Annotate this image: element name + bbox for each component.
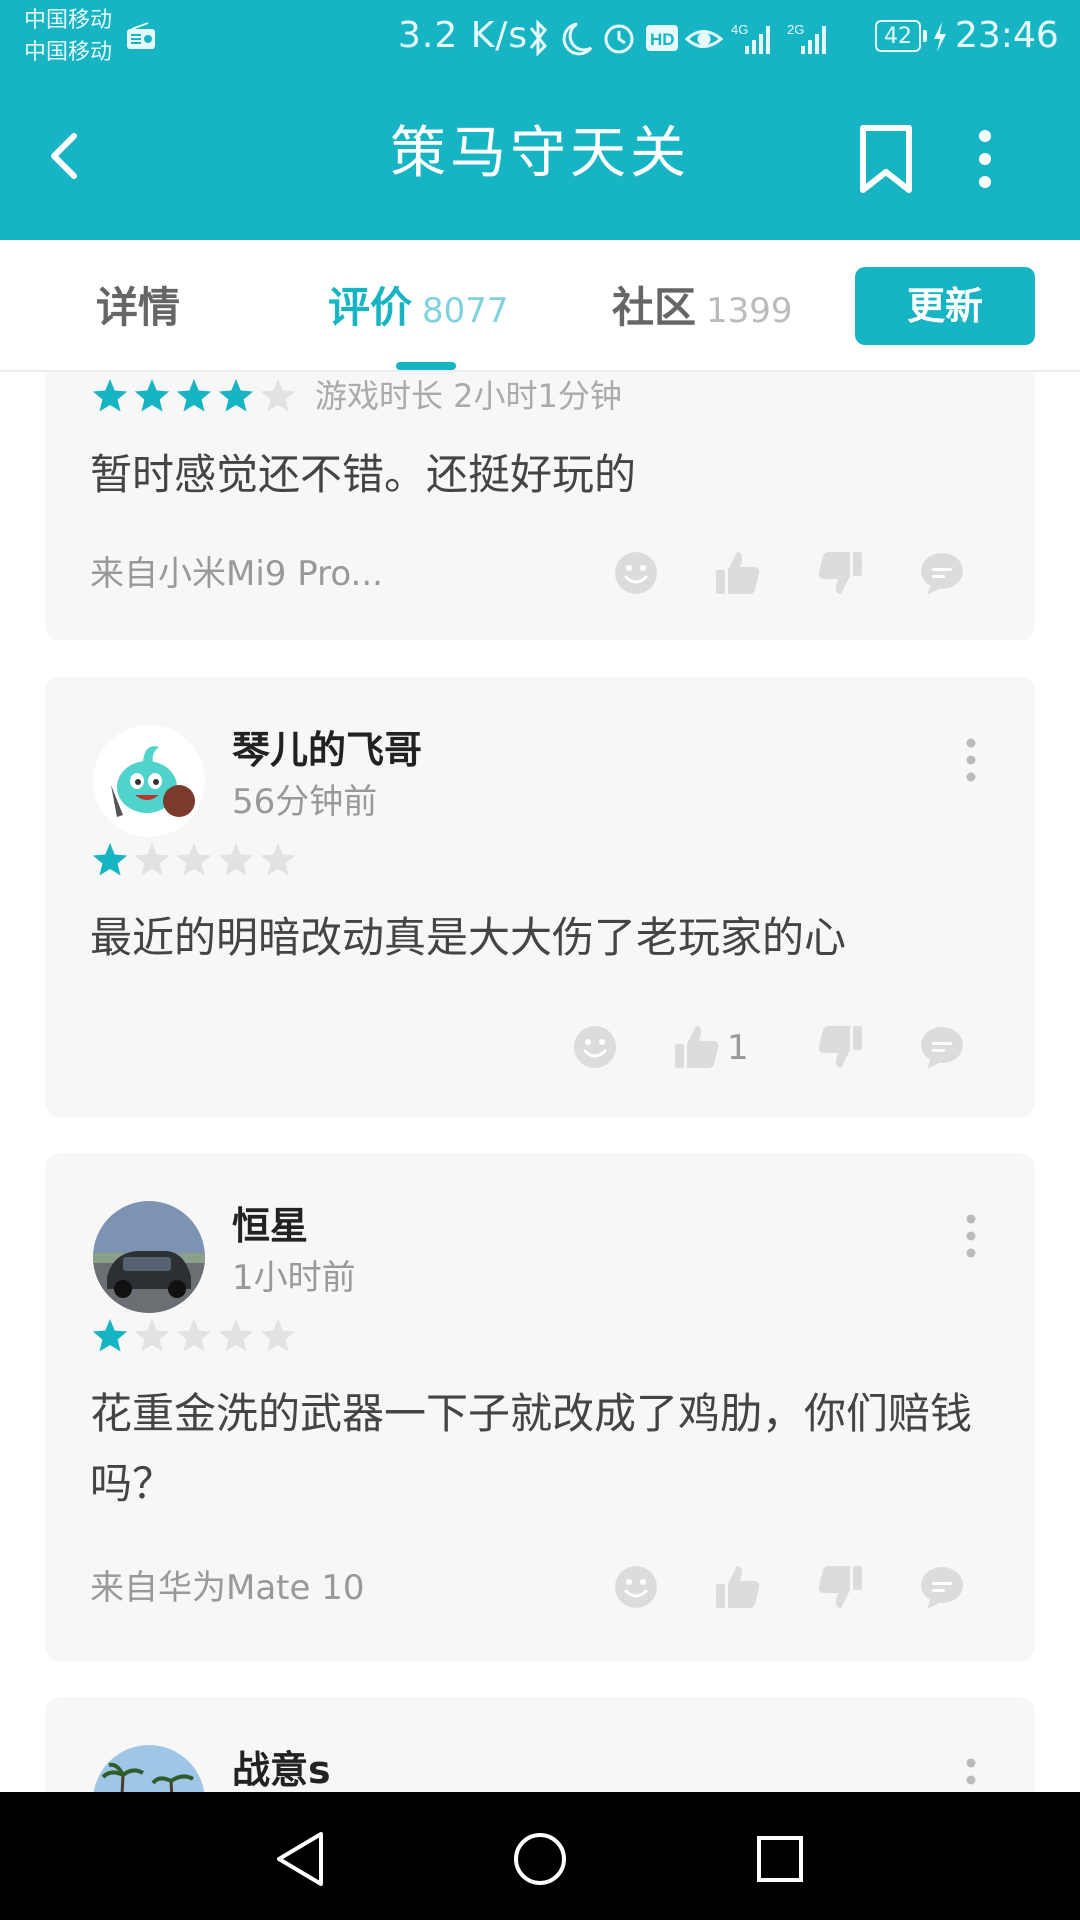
thumbs-down-icon[interactable] bbox=[815, 1022, 865, 1072]
eye-icon bbox=[684, 30, 724, 48]
device-label: 来自华为Mate 10 bbox=[90, 1568, 365, 1608]
star-empty-icon bbox=[134, 1319, 170, 1352]
more-vertical-icon[interactable] bbox=[964, 1213, 978, 1259]
network-speed: 3.2 K/s bbox=[398, 15, 529, 56]
review-card: 琴儿的飞哥 56分钟前 最近的明暗改动真是大大伤了老玩家的心 1 bbox=[45, 677, 1035, 1117]
like-count: 1 bbox=[727, 1028, 749, 1068]
carrier-label-2: 中国移动 bbox=[24, 40, 113, 65]
alarm-icon bbox=[604, 24, 634, 54]
bookmark-icon[interactable] bbox=[855, 122, 917, 196]
tab-label: 评价 bbox=[328, 283, 413, 332]
tab-label: 详情 bbox=[96, 283, 181, 332]
status-icons: HD 4G 2G bbox=[529, 19, 826, 57]
tab-count: 1399 bbox=[706, 291, 793, 331]
tab-bar: 详情 评价 8077 社区 1399 更新 bbox=[0, 240, 1080, 372]
star-rating bbox=[92, 1319, 296, 1352]
emoji-icon[interactable] bbox=[611, 1562, 661, 1612]
tab-details[interactable]: 详情 bbox=[96, 278, 180, 338]
star-filled-icon bbox=[92, 379, 128, 412]
star-empty-icon bbox=[176, 1319, 212, 1352]
review-card: 游戏时长 2小时1分钟 暂时感觉还不错。还挺好玩的 来自小米Mi9 Pro... bbox=[45, 372, 1035, 640]
hd-icon: HD bbox=[646, 25, 678, 51]
review-card: 战意s bbox=[45, 1697, 1035, 1792]
comment-icon[interactable] bbox=[917, 548, 967, 598]
avatar[interactable] bbox=[93, 1201, 205, 1313]
emoji-icon[interactable] bbox=[611, 548, 661, 598]
thumbs-up-icon[interactable] bbox=[713, 548, 763, 598]
thumbs-down-icon[interactable] bbox=[815, 548, 865, 598]
star-empty-icon bbox=[260, 843, 296, 876]
review-card: 恒星 1小时前 花重金洗的武器一下子就改成了鸡肋，你们赔钱吗？ 来自华为Mate… bbox=[45, 1153, 1035, 1661]
star-rating bbox=[92, 379, 296, 412]
moon-icon bbox=[562, 22, 593, 56]
device-label: 来自小米Mi9 Pro... bbox=[90, 554, 383, 594]
update-button[interactable]: 更新 bbox=[855, 267, 1035, 345]
review-text: 花重金洗的武器一下子就改成了鸡肋，你们赔钱吗？ bbox=[90, 1389, 973, 1508]
battery-icon: 42 bbox=[875, 20, 921, 52]
status-bar: 中国移动 中国移动 3.2 K/s HD 4G 2G 42 23:46 bbox=[0, 0, 1080, 74]
clock: 23:46 bbox=[955, 15, 1059, 56]
battery-tip bbox=[923, 30, 927, 42]
star-empty-icon bbox=[176, 843, 212, 876]
page-title: 策马守天关 bbox=[390, 121, 690, 186]
more-vertical-icon[interactable] bbox=[964, 737, 978, 783]
star-empty-icon bbox=[260, 379, 296, 412]
review-text: 暂时感觉还不错。还挺好玩的 bbox=[90, 450, 637, 499]
bluetooth-icon bbox=[529, 19, 547, 57]
review-time: 1小时前 bbox=[232, 1258, 356, 1298]
more-vertical-icon[interactable] bbox=[964, 1757, 978, 1792]
radio-icon bbox=[127, 22, 155, 49]
svg-text:4G: 4G bbox=[731, 22, 748, 37]
star-filled-icon bbox=[134, 379, 170, 412]
review-text: 最近的明暗改动真是大大伤了老玩家的心 bbox=[90, 913, 847, 962]
home-circle-icon[interactable] bbox=[505, 1824, 575, 1894]
username[interactable]: 战意s bbox=[232, 1745, 331, 1792]
username[interactable]: 琴儿的飞哥 bbox=[232, 725, 422, 775]
svg-text:HD: HD bbox=[650, 30, 675, 49]
comment-icon[interactable] bbox=[917, 1022, 967, 1072]
thumbs-up-icon[interactable] bbox=[713, 1562, 763, 1612]
star-empty-icon bbox=[134, 843, 170, 876]
system-nav-bar bbox=[0, 1792, 1080, 1920]
svg-text:2G: 2G bbox=[787, 22, 804, 37]
tab-active-indicator bbox=[396, 362, 456, 370]
tab-community[interactable]: 社区 1399 bbox=[612, 278, 793, 338]
avatar[interactable] bbox=[93, 725, 205, 837]
star-empty-icon bbox=[218, 1319, 254, 1352]
star-filled-icon bbox=[92, 843, 128, 876]
review-time: 56分钟前 bbox=[232, 782, 378, 822]
emoji-icon[interactable] bbox=[570, 1022, 620, 1072]
star-filled-icon bbox=[218, 379, 254, 412]
signal-2g-icon: 2G bbox=[787, 22, 826, 54]
carrier-label: 中国移动 bbox=[24, 8, 113, 33]
thumbs-up-icon[interactable] bbox=[672, 1022, 722, 1072]
review-list[interactable]: 游戏时长 2小时1分钟 暂时感觉还不错。还挺好玩的 来自小米Mi9 Pro...… bbox=[0, 372, 1080, 1792]
star-rating bbox=[92, 843, 296, 876]
star-empty-icon bbox=[260, 1319, 296, 1352]
recents-square-icon[interactable] bbox=[745, 1824, 815, 1894]
comment-icon[interactable] bbox=[917, 1562, 967, 1612]
tab-reviews[interactable]: 评价 8077 bbox=[328, 278, 509, 338]
username[interactable]: 恒星 bbox=[232, 1201, 308, 1251]
avatar[interactable] bbox=[93, 1745, 205, 1792]
star-filled-icon bbox=[176, 379, 212, 412]
charging-icon bbox=[934, 22, 946, 52]
more-vertical-icon[interactable] bbox=[968, 122, 1002, 196]
star-empty-icon bbox=[218, 843, 254, 876]
signal-4g-icon: 4G bbox=[731, 22, 770, 54]
tab-count: 8077 bbox=[422, 291, 509, 331]
app-bar: 策马守天关 bbox=[0, 74, 1080, 240]
thumbs-down-icon[interactable] bbox=[815, 1562, 865, 1612]
star-filled-icon bbox=[92, 1319, 128, 1352]
tab-label: 社区 bbox=[612, 283, 697, 332]
playtime-label: 游戏时长 2小时1分钟 bbox=[315, 377, 622, 415]
back-triangle-icon[interactable] bbox=[265, 1824, 335, 1894]
